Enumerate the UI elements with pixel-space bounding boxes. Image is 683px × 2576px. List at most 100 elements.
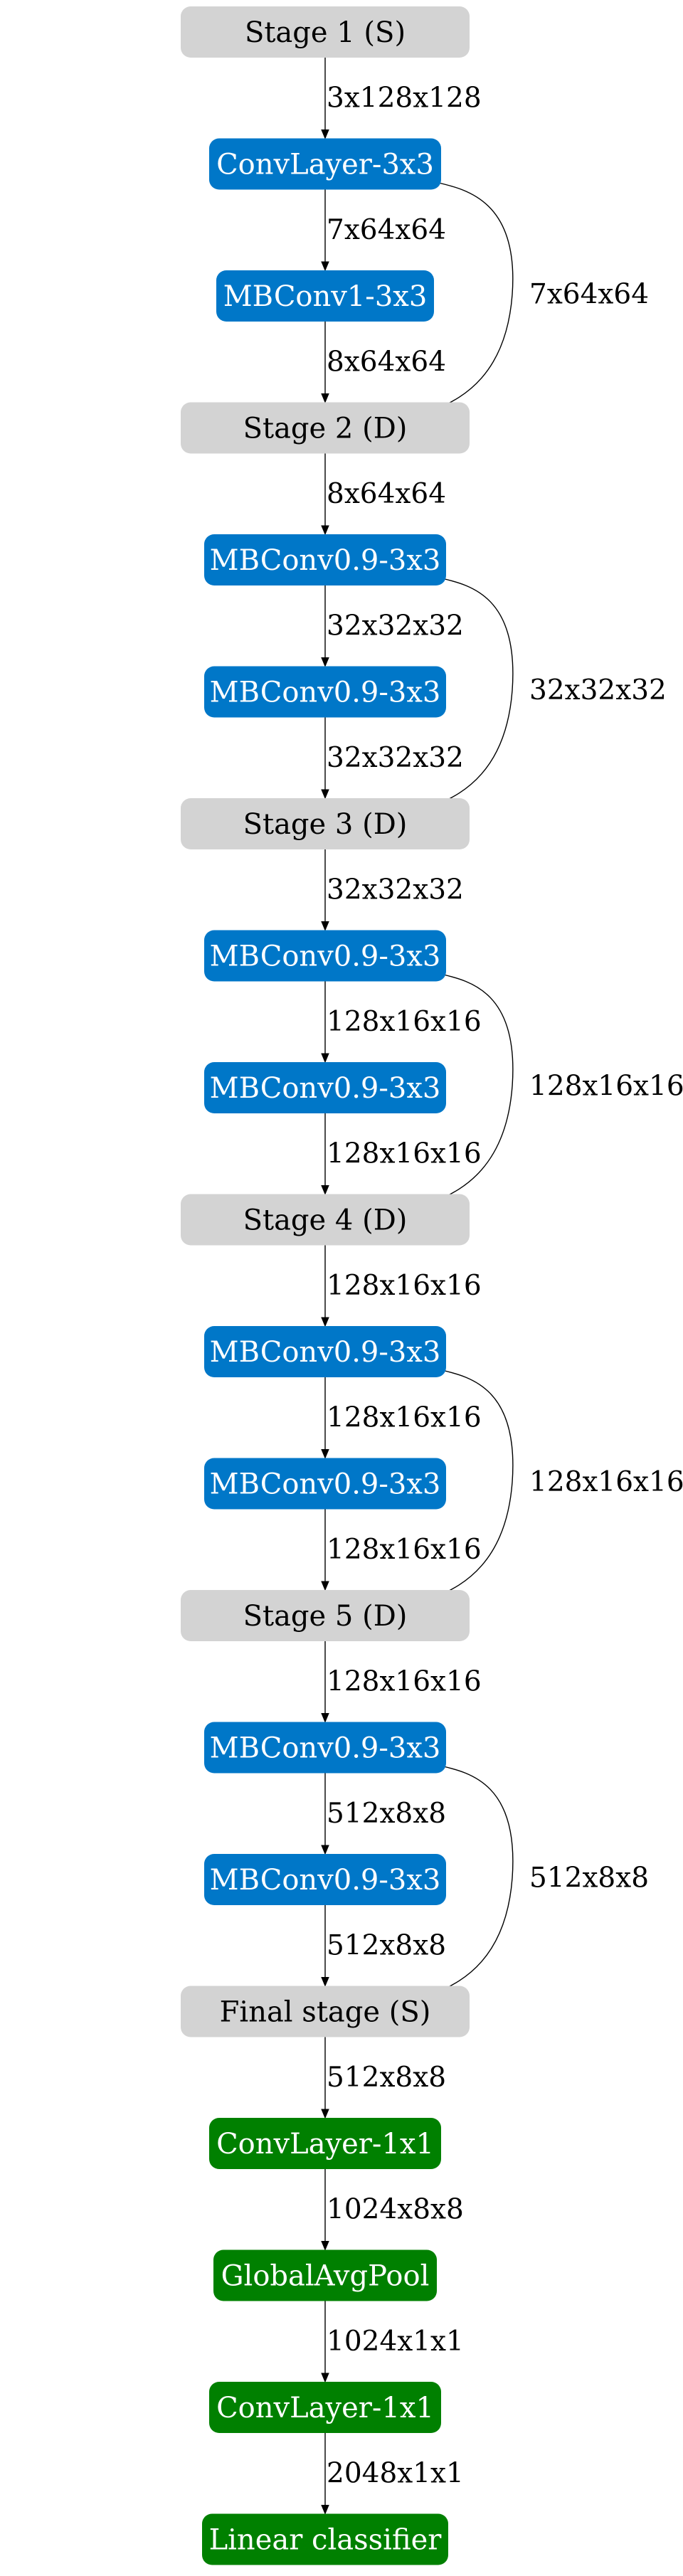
arrowhead xyxy=(321,525,329,536)
node-label: MBConv0.9-3x3 xyxy=(210,1864,441,1897)
edge-label: 512x8x8 xyxy=(327,1929,446,1961)
edge-label: 2048x1x1 xyxy=(327,2457,464,2489)
edge-label: 512x8x8 xyxy=(529,1862,649,1894)
edge-label: 32x32x32 xyxy=(529,674,667,706)
skip-edge: 512x8x8 xyxy=(425,1764,649,1998)
node-label: MBConv0.9-3x3 xyxy=(210,940,441,973)
node-label: Stage 1 (S) xyxy=(245,16,406,49)
edge: 512x8x8 xyxy=(321,1905,446,1987)
node-label: MBConv0.9-3x3 xyxy=(210,1336,441,1369)
node-label: MBConv0.9-3x3 xyxy=(210,1468,441,1501)
edge-label: 1024x1x1 xyxy=(327,2326,464,2358)
node-gap: GlobalAvgPool xyxy=(213,2249,437,2301)
arrowhead xyxy=(321,2505,329,2515)
node-label: MBConv0.9-3x3 xyxy=(210,677,441,709)
edge-label: 8x64x64 xyxy=(327,478,446,510)
arrowhead xyxy=(321,789,329,800)
edge: 128x16x16 xyxy=(321,1113,482,1195)
arrowhead xyxy=(321,1713,329,1723)
edge-label: 128x16x16 xyxy=(327,1270,482,1302)
node-label: MBConv0.9-3x3 xyxy=(210,1732,441,1765)
arrowhead xyxy=(321,1977,329,1987)
arrowhead xyxy=(321,1845,329,1855)
node-label: Stage 4 (D) xyxy=(243,1204,408,1237)
node-s5b2: MBConv0.9-3x3 xyxy=(204,1854,446,1905)
node-conv3x3: ConvLayer-3x3 xyxy=(209,138,441,190)
edge: 7x64x64 xyxy=(321,189,446,272)
arrowhead xyxy=(321,1185,329,1195)
edge: 32x32x32 xyxy=(321,717,464,800)
node-label: MBConv0.9-3x3 xyxy=(210,1072,441,1105)
edge: 32x32x32 xyxy=(321,585,464,667)
node-stage4: Stage 4 (D) xyxy=(181,1194,470,1246)
node-label: ConvLayer-3x3 xyxy=(216,149,434,181)
edge-label: 32x32x32 xyxy=(327,742,464,774)
edge-label: 128x16x16 xyxy=(327,1138,482,1170)
node-label: ConvLayer-1x1 xyxy=(216,2128,434,2161)
arrowhead xyxy=(321,2241,329,2251)
edge-label: 128x16x16 xyxy=(327,1006,482,1038)
node-s5b1: MBConv0.9-3x3 xyxy=(204,1722,446,1774)
edge: 1024x8x8 xyxy=(321,2169,464,2251)
edge: 32x32x32 xyxy=(321,849,464,931)
edge: 128x16x16 xyxy=(321,1641,482,1723)
edge-label: 128x16x16 xyxy=(327,1665,482,1697)
arrowhead xyxy=(321,921,329,931)
edge: 128x16x16 xyxy=(321,1245,482,1327)
arrowhead xyxy=(321,1449,329,1459)
edge-label: 7x64x64 xyxy=(327,214,446,246)
node-s2b1: MBConv0.9-3x3 xyxy=(204,534,446,585)
node-conv1x1a: ConvLayer-1x1 xyxy=(209,2118,441,2169)
edge: 3x128x128 xyxy=(321,58,482,139)
node-label: ConvLayer-1x1 xyxy=(216,2392,434,2424)
node-s3b1: MBConv0.9-3x3 xyxy=(204,930,446,982)
edge: 512x8x8 xyxy=(321,1773,446,1855)
edge-label: 1024x8x8 xyxy=(327,2193,464,2225)
node-stage5: Stage 5 (D) xyxy=(181,1590,470,1641)
node-s4b1: MBConv0.9-3x3 xyxy=(204,1326,446,1377)
edge-label: 8x64x64 xyxy=(327,346,446,378)
edge: 128x16x16 xyxy=(321,981,482,1064)
arrowhead xyxy=(321,2373,329,2383)
node-label: Stage 2 (D) xyxy=(243,413,408,445)
edge: 128x16x16 xyxy=(321,1509,482,1591)
node-stage2: Stage 2 (D) xyxy=(181,402,470,454)
edge-label: 32x32x32 xyxy=(327,610,464,642)
node-conv1x1b: ConvLayer-1x1 xyxy=(209,2382,441,2433)
edge-label: 32x32x32 xyxy=(327,874,464,906)
node-label: GlobalAvgPool xyxy=(221,2260,430,2293)
arrowhead xyxy=(321,1581,329,1591)
node-stage1: Stage 1 (S) xyxy=(181,6,470,58)
node-s3b2: MBConv0.9-3x3 xyxy=(204,1062,446,1113)
edge: 1024x1x1 xyxy=(321,2301,464,2383)
node-label: Stage 3 (D) xyxy=(243,808,408,841)
edge-label: 3x128x128 xyxy=(327,82,482,114)
node-s4b2: MBConv0.9-3x3 xyxy=(204,1458,446,1510)
arrowhead xyxy=(321,1053,329,1064)
arrowhead xyxy=(321,261,329,272)
node-label: Linear classifier xyxy=(209,2524,443,2557)
edge: 8x64x64 xyxy=(321,453,446,536)
skip-edge: 7x64x64 xyxy=(425,180,649,414)
edge-label: 512x8x8 xyxy=(327,2062,446,2094)
arrowhead xyxy=(321,129,329,139)
edge-label: 7x64x64 xyxy=(529,279,649,311)
arrowhead xyxy=(321,393,329,403)
node-label: Final stage (S) xyxy=(220,1996,431,2029)
node-mbconv1: MBConv1-3x3 xyxy=(216,270,434,322)
node-label: MBConv0.9-3x3 xyxy=(210,544,441,577)
node-final: Final stage (S) xyxy=(181,1986,470,2037)
edge: 128x16x16 xyxy=(321,1377,482,1459)
edge-label: 128x16x16 xyxy=(529,1071,683,1103)
edge: 2048x1x1 xyxy=(321,2433,464,2515)
node-label: Stage 5 (D) xyxy=(243,1600,408,1633)
node-label: MBConv1-3x3 xyxy=(223,280,428,313)
edge: 512x8x8 xyxy=(321,2037,446,2119)
network-architecture-diagram: 3x128x128 7x64x64 8x64x64 7x64x64 8x64x64 32x… xyxy=(181,6,683,2565)
edge-label: 128x16x16 xyxy=(327,1534,482,1566)
node-s2b2: MBConv0.9-3x3 xyxy=(204,666,446,718)
arrowhead xyxy=(321,1317,329,1327)
edge-label: 128x16x16 xyxy=(529,1466,683,1498)
edge-label: 128x16x16 xyxy=(327,1401,482,1433)
arrowhead xyxy=(321,657,329,667)
